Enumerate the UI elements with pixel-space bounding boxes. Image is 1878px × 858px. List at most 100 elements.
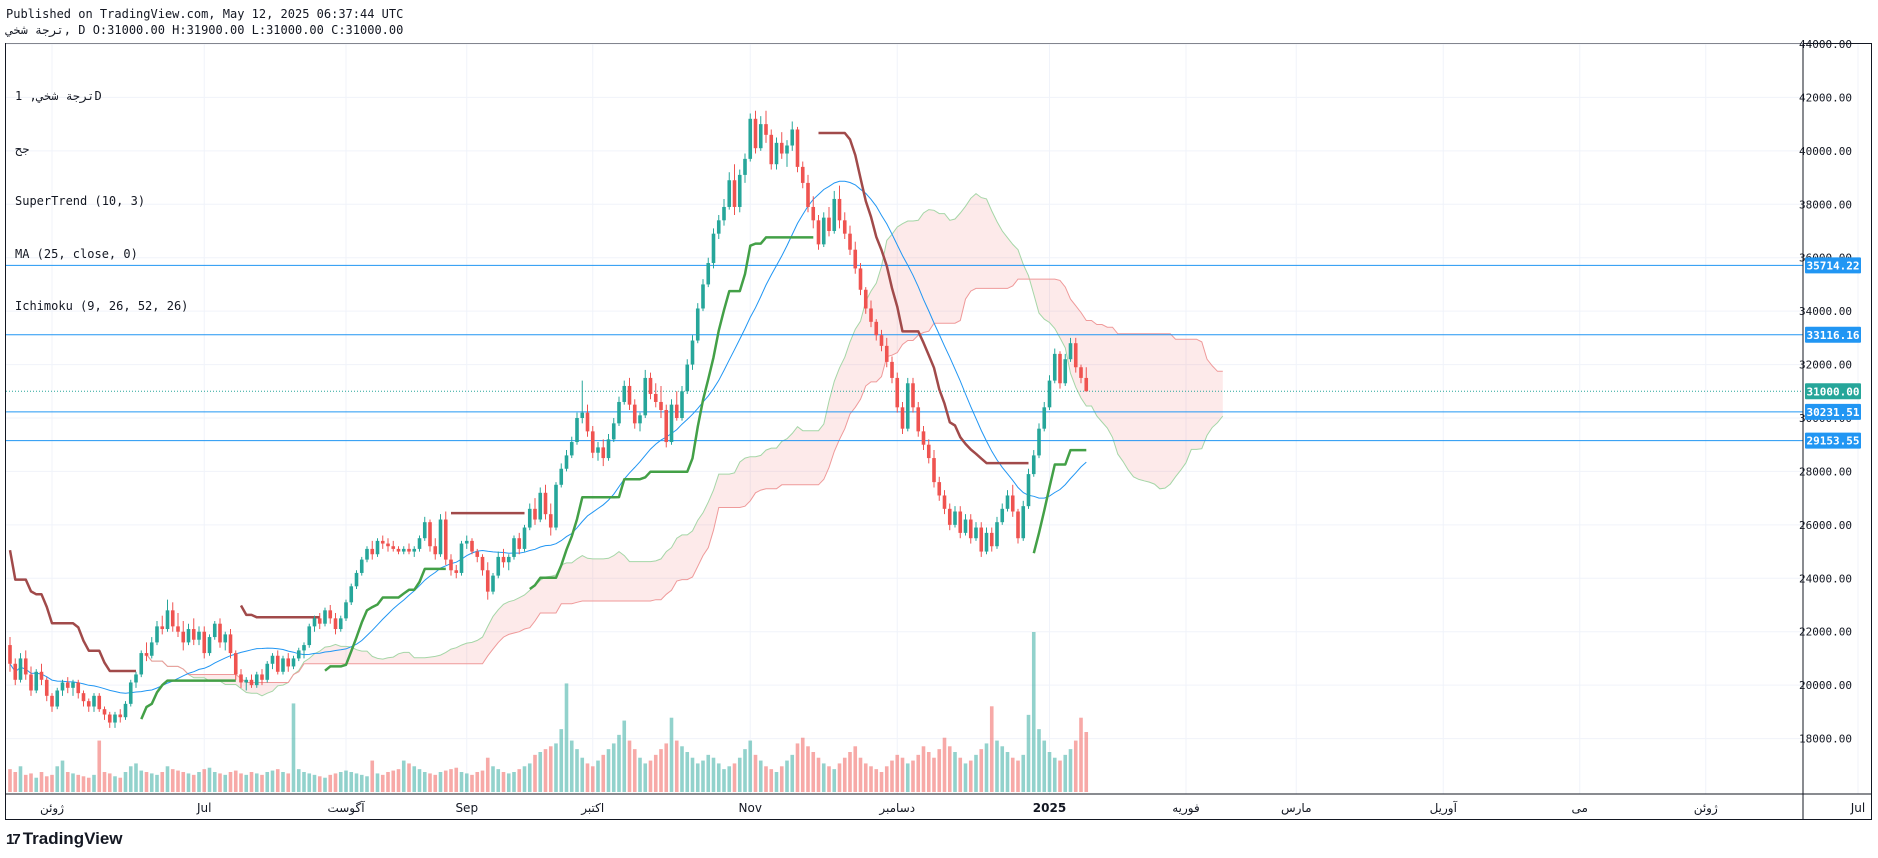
volume-bar: [764, 766, 768, 792]
volume-bar: [338, 772, 343, 792]
volume-bar: [706, 754, 711, 792]
grid-lines: [6, 43, 1859, 794]
candle-body: [916, 407, 921, 432]
volume-bar: [123, 772, 128, 792]
candle: [611, 418, 616, 443]
candle: [370, 540, 375, 560]
volume-bar: [569, 740, 574, 792]
price-level-label-text: 33116.16: [1807, 329, 1860, 342]
candle-body: [149, 642, 154, 656]
tradingview-logo[interactable]: 17 TradingView: [6, 829, 123, 849]
candle-body: [139, 653, 144, 675]
candle: [454, 564, 459, 579]
volume-bar: [1063, 754, 1068, 792]
volume-bar: [617, 734, 621, 792]
candle: [569, 436, 574, 459]
volume-bar: [575, 749, 579, 792]
candle-body: [538, 492, 543, 520]
candle-body: [685, 364, 690, 392]
candle: [779, 132, 784, 159]
candle-body: [627, 385, 632, 405]
candle: [118, 709, 123, 723]
candle: [601, 439, 606, 467]
legend-ma[interactable]: MA (25, close, 0): [15, 246, 188, 264]
candle: [333, 613, 338, 635]
legend-supertrend[interactable]: SuperTrend (10, 3): [15, 193, 188, 211]
candle: [669, 399, 674, 445]
candle-body: [963, 519, 968, 533]
tradingview-wordmark: TradingView: [22, 829, 123, 848]
candle: [296, 647, 301, 662]
candle-body: [664, 409, 669, 443]
volume-bar: [543, 749, 548, 792]
last-price-label: 31000.00: [1805, 383, 1861, 400]
price-chart[interactable]: 18000.00 20000.00 22000.00 24000.00 26000.00…: [0, 0, 1878, 858]
volume-bar: [953, 752, 957, 792]
time-tick-label: 2025: [1033, 801, 1066, 815]
volume-bar: [438, 772, 443, 792]
time-tick-label: Jul: [1850, 801, 1865, 815]
volume-bar: [963, 763, 968, 792]
price-tick-label: 40000.00: [1799, 145, 1852, 158]
candle: [968, 514, 973, 544]
legend-ichimoku[interactable]: Ichimoku (9, 26, 52, 26): [15, 298, 188, 316]
candle: [1037, 423, 1041, 459]
candle-body: [349, 586, 354, 603]
supertrend-up-segment: [140, 679, 236, 720]
time-tick-label: فوریه: [1172, 801, 1200, 816]
candle-body: [144, 653, 149, 656]
candle-body: [443, 519, 448, 560]
volume-bar: [790, 754, 795, 792]
candle: [596, 442, 600, 461]
candle: [953, 506, 957, 528]
candle-body: [380, 540, 385, 544]
candle-body: [265, 663, 270, 680]
candle: [144, 642, 149, 662]
volume-bar: [249, 772, 254, 792]
volume-bar: [832, 769, 837, 792]
candle-body: [296, 650, 301, 659]
time-tick-label: آگوست: [327, 800, 365, 816]
volume-bar: [664, 743, 669, 792]
volume-bar: [239, 773, 243, 792]
candle-body: [512, 538, 516, 557]
candle-body: [464, 540, 469, 544]
candle: [55, 687, 60, 710]
candle-body: [716, 220, 721, 234]
candle: [890, 356, 894, 384]
volume-bar: [128, 766, 133, 792]
candle: [191, 618, 196, 646]
candle-body: [580, 412, 585, 418]
volume-bar: [407, 763, 411, 792]
candle-body: [554, 484, 558, 528]
candle: [459, 540, 464, 576]
candle: [128, 679, 133, 707]
candle-body: [874, 321, 879, 336]
volume-bar: [512, 772, 516, 792]
volume-bar: [863, 763, 868, 792]
candle-body: [832, 198, 837, 231]
volume-bar: [921, 746, 926, 792]
candle-body: [449, 559, 453, 571]
volume-bar: [800, 737, 805, 792]
volume-bar: [344, 770, 348, 792]
candle: [50, 693, 54, 712]
volume-bar: [900, 757, 905, 792]
volume-bar: [596, 760, 600, 792]
candle-body: [632, 404, 637, 424]
candle: [827, 206, 831, 237]
candle: [937, 476, 942, 501]
volume-bar: [548, 746, 553, 792]
volume-bar: [695, 763, 700, 792]
candle-body: [622, 385, 627, 402]
candle: [13, 658, 18, 686]
candle-body: [113, 714, 117, 723]
candle: [1026, 468, 1031, 509]
candle: [680, 385, 684, 421]
volume-bar: [1031, 632, 1036, 792]
candle: [706, 257, 711, 288]
volume-bar: [895, 754, 900, 792]
candle-body: [926, 444, 931, 459]
volume-bar: [821, 763, 826, 792]
candle-body: [979, 527, 984, 552]
